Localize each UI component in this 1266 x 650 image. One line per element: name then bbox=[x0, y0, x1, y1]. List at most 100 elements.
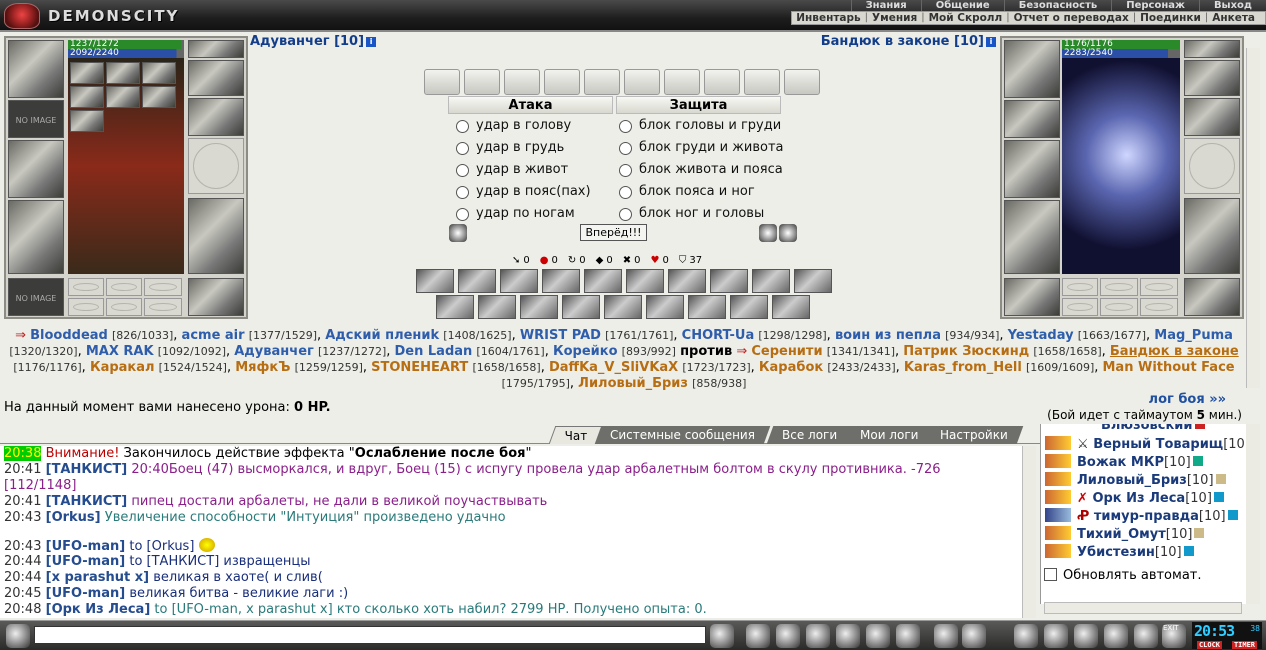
effect-icon-1[interactable] bbox=[70, 62, 104, 84]
roster-fighter-name[interactable]: WRIST PAD bbox=[520, 328, 601, 343]
exit-icon[interactable]: EXIT bbox=[1162, 624, 1186, 648]
message-sender[interactable]: [UFO-man] bbox=[46, 539, 126, 554]
menu-knowledge[interactable]: Знания bbox=[850, 0, 921, 11]
ring-slot-5[interactable] bbox=[1100, 298, 1138, 316]
technique-slot-8[interactable] bbox=[710, 269, 748, 293]
tab-all-logs[interactable]: Все логи bbox=[766, 426, 853, 444]
message-recipient[interactable]: to [ТАНКИСТ] bbox=[129, 554, 219, 569]
chat-input[interactable] bbox=[34, 626, 706, 644]
left-player-name[interactable]: Адуванчег [10] i bbox=[250, 34, 377, 49]
defense-option-legs-head[interactable]: блок ног и головы bbox=[615, 204, 764, 224]
technique-slot-11[interactable] bbox=[436, 295, 474, 319]
technique-slot-18[interactable] bbox=[730, 295, 768, 319]
scroll-slot-1[interactable] bbox=[424, 69, 460, 95]
defense-option-belt-legs[interactable]: блок пояса и ног bbox=[615, 182, 755, 202]
online-user[interactable]: Тихий_Омут[10] bbox=[1045, 526, 1205, 544]
submenu-inventory[interactable]: Инвентарь bbox=[792, 12, 864, 24]
defense-option-head-chest[interactable]: блок головы и груди bbox=[615, 116, 781, 136]
clear-icon[interactable] bbox=[746, 624, 770, 648]
home-icon[interactable] bbox=[1134, 624, 1158, 648]
roster-fighter-name[interactable]: CHORT-Ua bbox=[682, 328, 755, 343]
menu-character[interactable]: Персонаж bbox=[1111, 0, 1199, 11]
ring-slot-5[interactable] bbox=[106, 298, 142, 316]
roster-fighter-name[interactable]: Каракал bbox=[90, 360, 155, 375]
technique-slot-4[interactable] bbox=[542, 269, 580, 293]
roster-fighter-name[interactable]: DaffKa_V_SliVKaX bbox=[549, 360, 678, 375]
sound-icon[interactable] bbox=[962, 624, 986, 648]
attack-option-chest[interactable]: удар в грудь bbox=[452, 138, 564, 158]
scroll-slot-2[interactable] bbox=[464, 69, 500, 95]
ring-slot-1[interactable] bbox=[1062, 278, 1098, 296]
defense-option-belly-belt[interactable]: блок живота и пояса bbox=[615, 160, 783, 180]
attack-option-belly[interactable]: удар в живот bbox=[452, 160, 568, 180]
shield-slot[interactable] bbox=[1184, 138, 1240, 194]
fight-icon[interactable] bbox=[836, 624, 860, 648]
roster-fighter-name[interactable]: Патрик Зюскинд bbox=[903, 344, 1029, 359]
roster-fighter-name[interactable]: воин из пепла bbox=[835, 328, 941, 343]
refresh-icon[interactable] bbox=[779, 224, 797, 242]
translit-icon[interactable] bbox=[896, 624, 920, 648]
technique-slot-9[interactable] bbox=[752, 269, 790, 293]
message-sender[interactable]: [UFO-man] bbox=[46, 586, 126, 601]
gloves-slot[interactable] bbox=[1184, 98, 1240, 136]
message-sender[interactable]: [Orkus] bbox=[46, 510, 101, 525]
online-user[interactable]: ⚔ Верный Товарищ[10 bbox=[1045, 436, 1245, 454]
amulet-slot[interactable] bbox=[1004, 100, 1060, 138]
roster-fighter-name[interactable]: Yestaday bbox=[1008, 328, 1074, 343]
tab-system-messages[interactable]: Системные сообщения bbox=[594, 426, 771, 444]
roster-fighter-name[interactable]: Mag_Puma bbox=[1154, 328, 1233, 343]
effect-icon-6[interactable] bbox=[142, 86, 176, 108]
scroll-slot-7[interactable] bbox=[664, 69, 700, 95]
submenu-transfers[interactable]: Отчет о переводах bbox=[1010, 12, 1133, 24]
roster-fighter-name[interactable]: Лиловый_Бриз bbox=[578, 376, 688, 391]
technique-slot-13[interactable] bbox=[520, 295, 558, 319]
roster-fighter-name[interactable]: МяфкЪ bbox=[235, 360, 290, 375]
technique-slot-1[interactable] bbox=[416, 269, 454, 293]
message-sender[interactable]: [ТАНКИСТ] bbox=[46, 462, 128, 477]
info-icon[interactable] bbox=[1194, 528, 1205, 538]
effect-icon-4[interactable] bbox=[70, 86, 104, 108]
submenu-profile[interactable]: Анкета bbox=[1208, 12, 1259, 24]
submenu-duels[interactable]: Поединки bbox=[1136, 12, 1205, 24]
legs-slot[interactable] bbox=[8, 200, 64, 274]
roster-fighter-name[interactable]: Man Without Face bbox=[1103, 360, 1235, 375]
roster-fighter-name[interactable]: acme air bbox=[182, 328, 245, 343]
roster-fighter-name[interactable]: Бандюк в законе bbox=[1110, 344, 1239, 359]
pants-slot[interactable] bbox=[1184, 198, 1240, 274]
battle-log-link[interactable]: лог боя »» bbox=[1149, 392, 1226, 407]
scroll-slot-6[interactable] bbox=[624, 69, 660, 95]
info-icon[interactable] bbox=[1227, 510, 1238, 520]
online-user[interactable]: Вожак МКР[10] bbox=[1045, 454, 1203, 472]
save-icon[interactable] bbox=[806, 624, 830, 648]
ring-slot-4[interactable] bbox=[68, 298, 104, 316]
technique-slot-3[interactable] bbox=[500, 269, 538, 293]
auto-refresh-toggle[interactable]: Обновлять автомат. bbox=[1044, 568, 1202, 583]
roster-fighter-name[interactable]: Blooddead bbox=[30, 328, 108, 343]
filter-icon[interactable] bbox=[776, 624, 800, 648]
menu-security[interactable]: Безопасность bbox=[1003, 0, 1112, 11]
scroll-slot-9[interactable] bbox=[744, 69, 780, 95]
chat-settings-icon[interactable] bbox=[6, 624, 30, 648]
belt-slot[interactable] bbox=[1004, 278, 1060, 316]
empty-slot-noimage[interactable]: NO IMAGE bbox=[8, 100, 64, 138]
roster-fighter-name[interactable]: STONEHEART bbox=[371, 360, 468, 375]
roster-fighter-name[interactable]: Den Ladan bbox=[395, 344, 473, 359]
technique-slot-12[interactable] bbox=[478, 295, 516, 319]
scroll-slot-3[interactable] bbox=[504, 69, 540, 95]
online-user[interactable]: Лиловый_Бриз[10] bbox=[1045, 472, 1226, 490]
technique-slot-14[interactable] bbox=[562, 295, 600, 319]
ring-slot-2[interactable] bbox=[1100, 278, 1138, 296]
technique-slot-6[interactable] bbox=[626, 269, 664, 293]
info-icon[interactable] bbox=[1183, 546, 1194, 556]
bag-icon[interactable] bbox=[1014, 624, 1038, 648]
online-scrollbar[interactable] bbox=[1246, 424, 1260, 604]
auto-attack-icon[interactable] bbox=[759, 224, 777, 242]
technique-slot-17[interactable] bbox=[688, 295, 726, 319]
effect-icon-5[interactable] bbox=[106, 86, 140, 108]
technique-slot-7[interactable] bbox=[668, 269, 706, 293]
send-icon[interactable] bbox=[710, 624, 734, 648]
technique-slot-5[interactable] bbox=[584, 269, 622, 293]
helmet-slot[interactable] bbox=[8, 40, 64, 98]
info-icon[interactable] bbox=[1192, 456, 1203, 466]
message-sender[interactable]: [Орк Из Леса] bbox=[46, 602, 151, 617]
